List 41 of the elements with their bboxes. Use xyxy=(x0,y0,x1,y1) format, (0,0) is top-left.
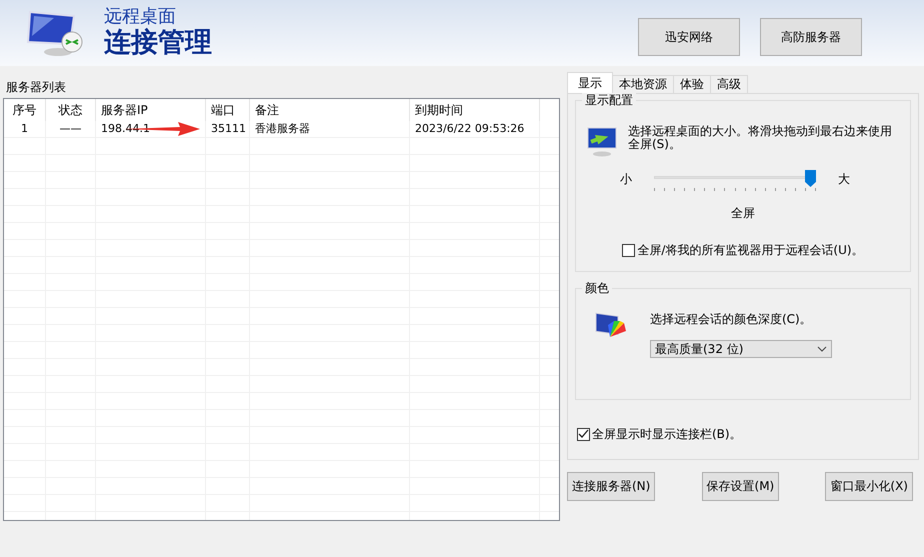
table-cell: 1 xyxy=(4,121,46,137)
monitor-icon xyxy=(24,8,84,58)
app-subtitle: 远程桌面 xyxy=(104,7,177,27)
chevron-down-icon xyxy=(817,346,827,352)
table-cell: —— xyxy=(46,121,96,137)
group-label: 显示配置 xyxy=(582,92,636,109)
action-button[interactable]: 窗口最小化(X) xyxy=(825,472,913,501)
checkbox[interactable] xyxy=(622,244,636,257)
group-label: 服务器列表 xyxy=(5,79,67,96)
column-header[interactable]: 服务器IP xyxy=(96,99,206,121)
table-cell: 香港服务器 xyxy=(250,121,410,137)
size-slider[interactable] xyxy=(654,170,816,187)
column-header[interactable]: 序号 xyxy=(4,99,46,121)
checkbox[interactable] xyxy=(577,428,590,441)
column-header[interactable]: 状态 xyxy=(46,99,96,121)
checkbox-label[interactable]: 全屏显示时显示连接栏(B)。 xyxy=(592,426,742,443)
description-text: 选择远程桌面的大小。将滑块拖动到最右边来使用全屏(S)。 xyxy=(628,125,893,151)
tab[interactable]: 显示 xyxy=(567,72,613,93)
tab[interactable]: 体验 xyxy=(673,75,711,93)
table-cell: 2023/6/22 09:53:26 xyxy=(410,121,540,137)
column-header[interactable]: 备注 xyxy=(250,99,410,121)
action-button[interactable]: 连接服务器(N) xyxy=(567,472,656,501)
color-depth-dropdown[interactable]: 最高质量(32 位) xyxy=(650,340,832,358)
min-label: 小 xyxy=(620,171,632,188)
table-cell: 35111 xyxy=(206,121,250,137)
tab[interactable]: 高级 xyxy=(710,75,748,93)
max-label: 大 xyxy=(838,171,850,188)
slider-thumb[interactable] xyxy=(805,170,816,187)
group-label: 颜色 xyxy=(582,280,612,297)
table-cell: 198.44.1 xyxy=(96,121,206,137)
action-button[interactable]: 保存设置(M) xyxy=(702,472,780,501)
size-reading: 全屏 xyxy=(730,205,756,222)
monitor-icon xyxy=(586,125,618,157)
description-text: 选择远程会话的颜色深度(C)。 xyxy=(650,311,813,328)
column-header[interactable]: 到期时间 xyxy=(410,99,540,121)
checkbox-label[interactable]: 全屏/将我的所有监视器用于远程会话(U)。 xyxy=(637,242,864,259)
column-header[interactable]: 端口 xyxy=(206,99,250,121)
header-button[interactable]: 高防服务器 xyxy=(760,18,862,56)
header-button[interactable]: 迅安网络 xyxy=(638,18,740,56)
tab[interactable]: 本地资源 xyxy=(612,75,674,93)
app-title: 连接管理 xyxy=(104,27,212,59)
